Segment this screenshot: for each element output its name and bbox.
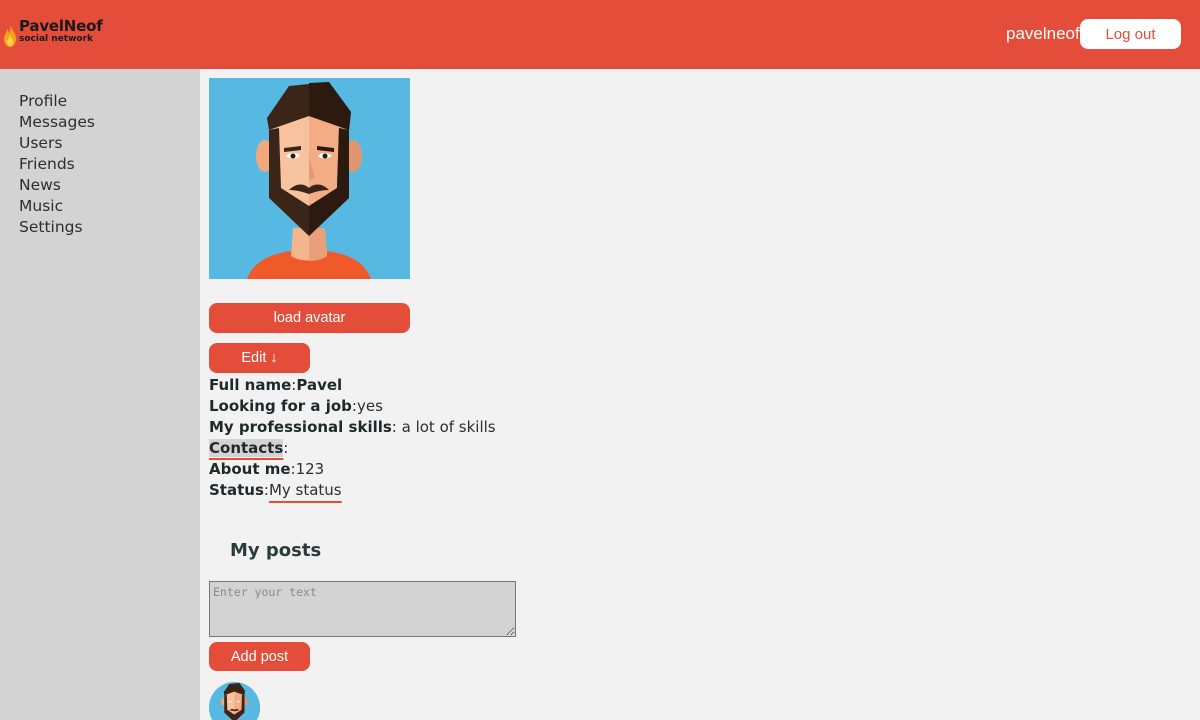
about-value: 123 bbox=[295, 460, 325, 478]
job-label: Looking for a job bbox=[209, 397, 352, 415]
sidebar-item-users[interactable]: Users bbox=[19, 133, 95, 154]
status-row: Status:My status bbox=[209, 481, 342, 499]
contacts-row: Contacts: bbox=[209, 439, 289, 457]
sidebar-item-messages[interactable]: Messages bbox=[19, 112, 95, 133]
sidebar-item-friends[interactable]: Friends bbox=[19, 154, 95, 175]
post-text-input[interactable] bbox=[209, 581, 516, 637]
sidebar: Profile Messages Users Friends News Musi… bbox=[0, 69, 200, 720]
sidebar-item-music[interactable]: Music bbox=[19, 196, 95, 217]
logout-button[interactable]: Log out bbox=[1080, 19, 1181, 49]
profile-info: Full name:Pavel Looking for a job:yes My… bbox=[209, 375, 496, 501]
about-row: About me:123 bbox=[209, 460, 325, 478]
header: PavelNeof social network pavelneof Log o… bbox=[0, 0, 1200, 69]
bearded-man-avatar-icon bbox=[209, 78, 410, 279]
profile-avatar bbox=[209, 78, 410, 279]
about-label: About me bbox=[209, 460, 291, 478]
job-value: yes bbox=[356, 397, 383, 415]
skills-label: My professional skills bbox=[209, 418, 392, 436]
skills-value: a lot of skills bbox=[396, 418, 496, 436]
add-post-button[interactable]: Add post bbox=[209, 642, 310, 671]
edit-profile-button[interactable]: Edit ↓ bbox=[209, 343, 310, 373]
full-name-row: Full name:Pavel bbox=[209, 376, 343, 394]
bearded-man-avatar-icon bbox=[209, 682, 260, 720]
sidebar-item-profile[interactable]: Profile bbox=[19, 91, 95, 112]
sidebar-nav: Profile Messages Users Friends News Musi… bbox=[19, 91, 95, 238]
skills-row: My professional skills: a lot of skills bbox=[209, 418, 496, 436]
posts-title: My posts bbox=[230, 540, 322, 561]
flame-icon bbox=[4, 25, 16, 47]
status-value[interactable]: My status bbox=[269, 481, 342, 499]
logo-subtitle: social network bbox=[19, 34, 93, 44]
full-name-value: Pavel bbox=[296, 376, 343, 394]
post-avatar bbox=[209, 682, 260, 720]
contacts-label[interactable]: Contacts bbox=[209, 439, 284, 457]
sidebar-item-news[interactable]: News bbox=[19, 175, 95, 196]
full-name-label: Full name bbox=[209, 376, 292, 394]
job-row: Looking for a job:yes bbox=[209, 397, 383, 415]
load-avatar-button[interactable]: load avatar bbox=[209, 303, 410, 333]
logo[interactable]: PavelNeof social network bbox=[3, 19, 103, 47]
username: pavelneof bbox=[1006, 24, 1080, 43]
logo-title: PavelNeof bbox=[19, 17, 103, 35]
status-label: Status bbox=[209, 481, 264, 499]
sidebar-item-settings[interactable]: Settings bbox=[19, 217, 95, 238]
